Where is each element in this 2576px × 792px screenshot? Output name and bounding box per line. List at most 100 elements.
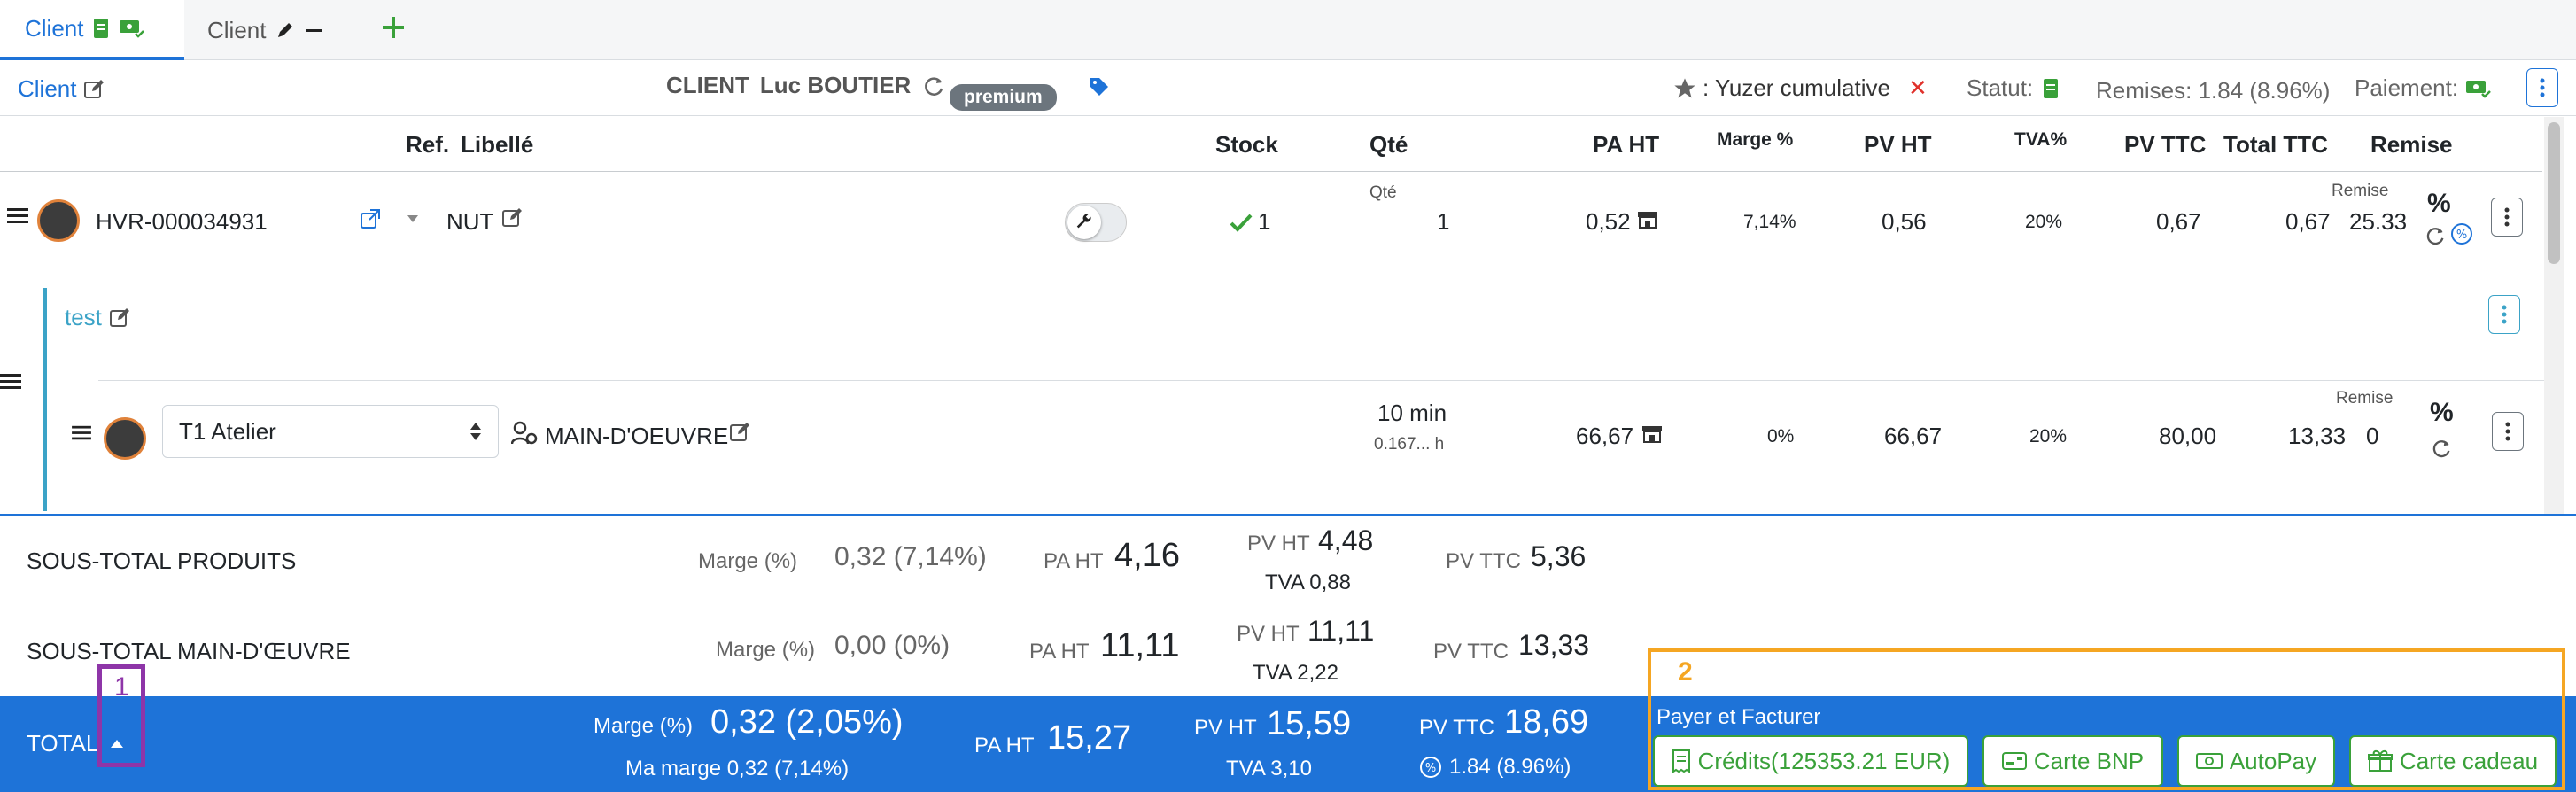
labour-libelle: MAIN-D'OEUVRE <box>545 423 729 449</box>
col-remise: Remise <box>2370 131 2453 158</box>
qte-value[interactable]: 1 <box>1437 208 1449 236</box>
client-info: CLIENT Luc BOUTIER <box>666 72 946 99</box>
subtotal-labour-label: SOUS-TOTAL MAIN-D'ŒUVRE <box>27 638 351 664</box>
col-pa-ht: PA HT <box>1593 131 1660 158</box>
subtotal-products-pvttc-value: 5,36 <box>1531 540 1587 572</box>
drag-handle-icon[interactable] <box>7 206 28 226</box>
subtotal-labour-pv-label: PV HT <box>1237 622 1300 646</box>
tag-icon[interactable] <box>1088 75 1111 98</box>
remise-label: Remise <box>2332 182 2389 200</box>
pv-ttc-value: 0,67 <box>2156 208 2201 235</box>
discount-badge-icon[interactable]: % <box>2450 222 2473 245</box>
col-stock: Stock <box>1215 131 1278 158</box>
table-row-labour: T1 Atelier MAIN-D'OEUVRE 10 min 0.167...… <box>47 385 2545 509</box>
pv-ht-value[interactable]: 0,56 <box>1882 208 1927 236</box>
remove-icon[interactable]: ✕ <box>1908 74 1928 102</box>
remises-summary: Remises: 1.84 (8.96%) <box>2096 77 2331 104</box>
statut-label: Statut: <box>1967 74 2034 101</box>
group-drag-handle-icon[interactable] <box>0 372 21 392</box>
paiement: Paiement: <box>2355 74 2492 102</box>
col-pv-ht: PV HT <box>1864 131 1932 158</box>
group-title[interactable]: test <box>65 304 132 331</box>
atelier-select[interactable]: T1 Atelier <box>162 405 499 458</box>
refresh-icon[interactable] <box>2424 224 2447 247</box>
row-menu-button[interactable] <box>2491 198 2523 237</box>
statut: Statut: <box>1967 74 2060 102</box>
document-icon <box>2042 78 2060 99</box>
labour-avatar <box>104 417 146 460</box>
client-link[interactable]: Client <box>18 75 106 103</box>
product-avatar <box>37 199 80 242</box>
edit-icon[interactable] <box>729 421 752 444</box>
total-label: TOTAL <box>27 730 99 757</box>
pencil-icon <box>275 19 296 41</box>
total-discount: % 1.84 (8.96%) <box>1419 755 1571 780</box>
svg-text:%: % <box>2456 229 2467 242</box>
add-tab-icon[interactable] <box>381 15 406 40</box>
edit-icon[interactable] <box>83 78 106 101</box>
subtotal-products-pv-label: PV HT <box>1247 532 1310 555</box>
remise-value[interactable]: 25.33 <box>2349 208 2407 236</box>
client-menu-button[interactable] <box>2526 68 2558 107</box>
subtotal-products-pa-value: 4,16 <box>1114 537 1180 574</box>
subtotal-products-tva: TVA 0,88 <box>1265 571 1351 594</box>
client-prefix: CLIENT <box>666 72 749 98</box>
payment-check-icon <box>119 17 145 40</box>
scrollbar-thumb[interactable] <box>2548 122 2560 264</box>
paiement-label: Paiement: <box>2355 74 2459 101</box>
store-icon <box>1641 424 1663 444</box>
row-menu-button[interactable] <box>2492 412 2524 451</box>
subtotal-products-pa-label: PA HT <box>1044 549 1104 573</box>
group-menu-button[interactable] <box>2488 295 2520 334</box>
store-icon <box>1637 210 1658 229</box>
scrollbar[interactable] <box>2544 117 2564 514</box>
payment-check-icon <box>2465 77 2492 100</box>
labour-remise[interactable]: 0 <box>2366 423 2378 450</box>
subtotal-products-marge-label: Marge (%) <box>698 549 798 573</box>
total-ttc-value: 0,67 <box>2285 208 2331 235</box>
total-marge-value: 0,32 (2,05%) <box>710 703 904 741</box>
labour-tva: 20% <box>2029 426 2068 446</box>
subtotal-labour-pvttc-label: PV TTC <box>1433 640 1509 664</box>
total-pv-label: PV HT <box>1194 716 1257 740</box>
edit-icon[interactable] <box>501 206 524 229</box>
refresh-icon[interactable] <box>2430 437 2453 460</box>
table-row-product: HVR-000034931 NUT 1 Qté 1 0,52 7,14% 0,5… <box>0 173 2542 270</box>
product-libelle: NUT <box>446 208 494 235</box>
wrench-icon <box>1067 206 1101 239</box>
annotation-box-2: 2 <box>1648 648 2565 790</box>
subtotal-products-marge-value: 0,32 (7,14%) <box>834 542 987 571</box>
labour-qte[interactable]: 10 min <box>1377 400 1447 427</box>
atelier-select-value: T1 Atelier <box>179 417 276 445</box>
percent-toggle[interactable]: % <box>2430 398 2454 428</box>
service-toggle[interactable] <box>1065 203 1127 242</box>
group-divider <box>98 380 2547 381</box>
tab-label: Client <box>25 14 84 42</box>
annotation-label-1: 1 <box>114 672 129 702</box>
yuzer-label: : Yuzer cumulative <box>1703 74 1890 101</box>
stock-status: 1 <box>1230 208 1270 236</box>
subtotal-products-pv-value: 4,48 <box>1318 524 1374 556</box>
refresh-icon[interactable] <box>921 74 946 98</box>
premium-badge: premium <box>950 84 1057 111</box>
user-gear-icon <box>511 421 538 446</box>
product-ref: HVR-000034931 <box>96 208 268 235</box>
drag-handle-icon[interactable] <box>72 424 91 442</box>
tab-client-active[interactable]: Client <box>0 0 184 60</box>
subtotal-labour-marge-value: 0,00 (0%) <box>834 631 950 660</box>
caret-down-icon[interactable] <box>407 215 418 222</box>
labour-qte-hours: 0.167... h <box>1374 435 1445 454</box>
col-tva: TVA% <box>2014 129 2068 150</box>
subtotal-labour-pa-label: PA HT <box>1029 640 1090 664</box>
external-link-icon[interactable] <box>360 208 381 229</box>
minus-icon[interactable] <box>305 20 324 40</box>
percent-toggle[interactable]: % <box>2427 189 2451 219</box>
check-icon <box>1230 213 1253 232</box>
subtotal-labour-tva: TVA 2,22 <box>1253 661 1338 685</box>
annotation-label-2: 2 <box>1678 657 1693 687</box>
edit-icon[interactable] <box>109 307 132 330</box>
tab-client-2[interactable]: Client <box>207 0 324 60</box>
labour-marge: 0% <box>1767 426 1795 446</box>
group-name: test <box>65 304 102 330</box>
labour-pv-ht[interactable]: 66,67 <box>1884 423 1942 450</box>
